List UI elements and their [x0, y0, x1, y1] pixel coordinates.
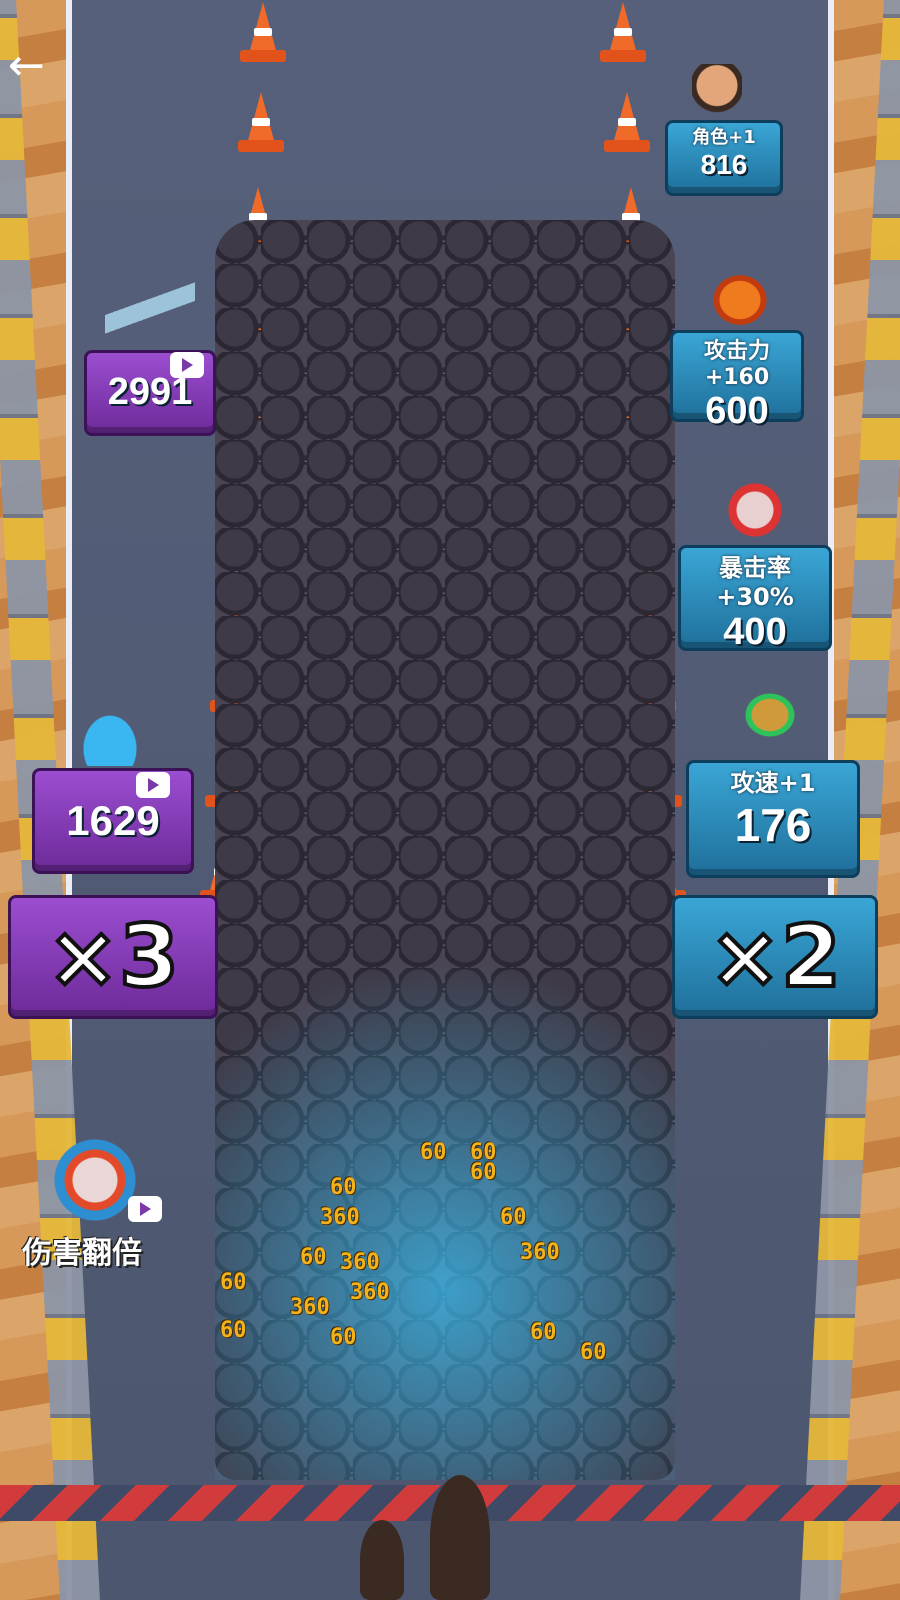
rocket-weapon-icon — [105, 278, 195, 338]
traffic-cone — [240, 0, 286, 62]
gate-speed-label: 攻速+1 — [730, 769, 816, 797]
gate-speed-value: 176 — [734, 799, 812, 851]
powerup-label: 伤害翻倍 — [22, 1236, 142, 1271]
traffic-cone — [600, 0, 646, 62]
bullet-attack-icon — [710, 272, 770, 328]
traffic-cone — [238, 90, 284, 152]
multiplier-gate-right: ×2 — [672, 895, 878, 1019]
damage-number: 60 — [220, 1270, 247, 1295]
gate-attack-value: 600 — [705, 390, 769, 432]
damage-number: 60 — [420, 1140, 447, 1165]
powerup-video-ad-icon[interactable] — [128, 1196, 162, 1222]
multiplier-gate-left: ×3 — [8, 895, 218, 1019]
multiplier-left-text: ×3 — [45, 905, 181, 1009]
multiplier-right-text: ×2 — [707, 905, 843, 1009]
damage-number: 360 — [340, 1250, 380, 1275]
back-icon[interactable]: ← — [8, 40, 45, 91]
bow-weapon-icon — [55, 680, 165, 766]
gate-speed: 攻速+1 176 — [686, 760, 860, 878]
gate-character: 角色+1 816 — [665, 120, 783, 196]
player-ally — [360, 1520, 404, 1600]
damage-number: 60 — [530, 1320, 557, 1345]
gate-attack-label: 攻击力+160 — [703, 339, 770, 390]
gate-character-label: 角色+1 — [692, 127, 756, 148]
damage-number: 360 — [320, 1205, 360, 1230]
spider-bomb-horde — [215, 220, 675, 1480]
damage-number: 60 — [500, 1205, 527, 1230]
gate-crit-label: 暴击率+30% — [716, 554, 794, 611]
gate-crit: 暴击率+30% 400 — [678, 545, 832, 653]
character-portrait-icon — [692, 64, 742, 118]
pistol-crit-icon — [720, 478, 790, 542]
damage-number: 60 — [220, 1318, 247, 1343]
damage-number: 60 — [330, 1175, 357, 1200]
bow-video-ad-icon[interactable] — [136, 772, 170, 798]
damage-number: 360 — [290, 1295, 330, 1320]
gate-crit-value: 400 — [723, 611, 787, 653]
player-hero — [430, 1475, 490, 1600]
gate-attack: 攻击力+160 600 — [670, 330, 804, 432]
rocket-video-ad-icon[interactable] — [170, 352, 204, 378]
damage-number: 360 — [350, 1280, 390, 1305]
gate-character-value: 816 — [700, 149, 748, 180]
gate-bow-value: 1629 — [66, 797, 160, 844]
traffic-cone — [604, 90, 650, 152]
damage-number: 60 — [470, 1160, 497, 1185]
bullet-speed-icon — [730, 680, 810, 750]
damage-number: 360 — [520, 1240, 560, 1265]
damage-number: 60 — [580, 1340, 607, 1365]
damage-number: 60 — [300, 1245, 327, 1270]
damage-number: 60 — [330, 1325, 357, 1350]
